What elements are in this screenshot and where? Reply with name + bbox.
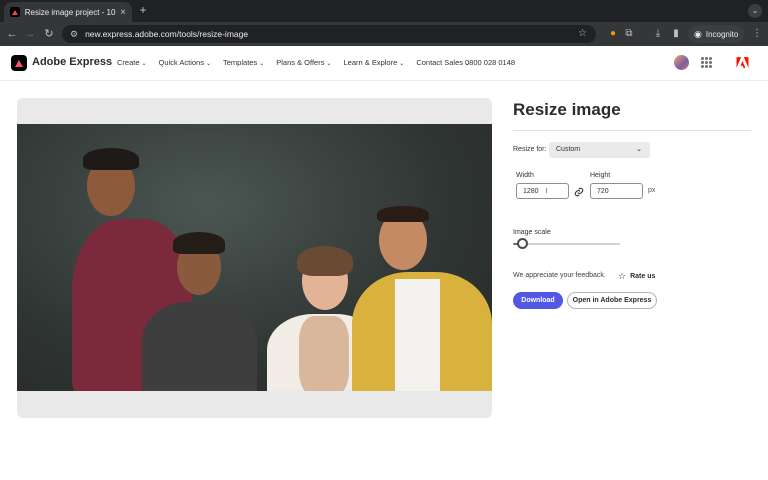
nav-item-contact-sales[interactable]: Contact Sales ⌄	[416, 58, 470, 67]
link-aspect-ratio-icon[interactable]	[574, 187, 584, 197]
nav-label: Contact Sales	[416, 58, 464, 67]
person-hair	[297, 246, 353, 276]
rate-us-label: Rate us	[630, 273, 656, 280]
tab-title: Resize image project - 10 Feb	[24, 7, 116, 17]
forward-arrow-icon[interactable]: →	[22, 26, 38, 42]
height-input[interactable]: 720	[590, 183, 643, 199]
site-settings-icon[interactable]: ⚙	[70, 29, 78, 40]
chevron-down-icon: ⌄	[326, 61, 332, 67]
new-tab-button[interactable]: +	[136, 2, 150, 18]
adobe-logo-icon[interactable]	[736, 56, 749, 69]
star-icon: ☆	[618, 271, 627, 281]
nav-item-plans-offers[interactable]: Plans & Offers ⌄	[276, 58, 331, 67]
download-icon[interactable]: ⤓	[651, 27, 665, 41]
width-label: Width	[516, 172, 534, 179]
avatar[interactable]	[674, 55, 689, 70]
chevron-down-icon: ⌄	[636, 146, 642, 153]
page-title: Resize image	[513, 100, 621, 119]
person-hair	[173, 232, 225, 254]
text-cursor-icon: I	[545, 187, 548, 195]
width-input[interactable]: 1280 I	[516, 183, 569, 199]
nav-label: Templates	[223, 58, 258, 67]
nav-item-create[interactable]: Create ⌄	[117, 58, 147, 67]
chevron-down-icon: ⌄	[205, 61, 212, 67]
reload-icon[interactable]: ↻	[41, 26, 57, 42]
browser-toolbar: ← → ↻ ⚙ new.express.adobe.com/tools/resi…	[0, 22, 768, 46]
nav-label: Create	[117, 58, 140, 67]
adobe-express-favicon-icon	[10, 7, 20, 17]
image-preview	[17, 124, 492, 391]
brand-name[interactable]: Adobe Express	[32, 56, 112, 68]
chevron-down-icon: ⌄	[141, 61, 147, 67]
nav-item-learn-explore[interactable]: Learn & Explore ⌄	[343, 58, 404, 67]
browser-tab-strip: Resize image project - 10 Feb × + ⌄	[0, 0, 768, 22]
download-button[interactable]: Download	[513, 292, 563, 309]
height-value: 720	[597, 187, 609, 195]
image-scale-slider-handle[interactable]	[517, 238, 529, 249]
resize-for-label: Resize for:	[513, 146, 547, 153]
person-figure	[142, 302, 257, 391]
tab-search-chevron-icon[interactable]: ⌄	[748, 4, 762, 18]
side-panel-icon[interactable]: ▮	[669, 27, 683, 41]
back-arrow-icon[interactable]: ←	[4, 26, 20, 42]
image-preview-frame	[17, 98, 492, 418]
address-bar[interactable]: ⚙ new.express.adobe.com/tools/resize-ima…	[62, 25, 596, 43]
nav-label: Quick Actions	[158, 58, 204, 67]
feedback-text: We appreciate your feedback.	[513, 272, 606, 279]
incognito-label: Incognito	[705, 29, 739, 39]
app-switcher-grid-icon[interactable]	[701, 57, 712, 68]
extension-notification-icon[interactable]: ●	[606, 27, 620, 41]
person-scarf	[299, 316, 349, 391]
rate-us-button[interactable]: ☆ Rate us	[618, 271, 655, 282]
app-header: Adobe Express Create ⌄ Quick Actions ⌄ Tem…	[0, 46, 768, 81]
main-nav: Create ⌄ Quick Actions ⌄ Templates ⌄ Plans …	[117, 58, 470, 67]
image-scale-label: Image scale	[513, 229, 551, 236]
resize-for-dropdown[interactable]: Custom ⌄	[549, 142, 650, 158]
person-hair	[377, 206, 429, 222]
contact-phone[interactable]: 0800 028 0148	[465, 58, 515, 67]
browser-tab-active[interactable]: Resize image project - 10 Feb ×	[4, 2, 132, 22]
nav-item-templates[interactable]: Templates ⌄	[223, 58, 264, 67]
browser-menu-icon[interactable]: ⋮	[750, 27, 764, 41]
tab-close-icon[interactable]: ×	[120, 7, 126, 18]
nav-label: Plans & Offers	[276, 58, 325, 67]
adobe-express-logo-icon[interactable]	[11, 55, 27, 71]
chevron-down-icon: ⌄	[399, 61, 405, 67]
nav-label: Learn & Explore	[343, 58, 398, 67]
height-label: Height	[590, 172, 611, 179]
width-value: 1280	[523, 187, 539, 195]
person-shirt	[395, 279, 440, 391]
open-in-adobe-express-button[interactable]: Open in Adobe Express	[567, 292, 657, 309]
resize-for-value: Custom	[556, 146, 581, 153]
incognito-icon: ◉	[694, 28, 702, 39]
bookmark-star-icon[interactable]: ☆	[578, 28, 587, 39]
unit-label: px	[648, 187, 656, 194]
url-text: new.express.adobe.com/tools/resize-image	[85, 29, 249, 39]
incognito-indicator[interactable]: ◉ Incognito	[688, 25, 745, 43]
chevron-down-icon: ⌄	[259, 61, 265, 67]
person-hair	[83, 148, 139, 170]
image-scale-slider-track[interactable]	[513, 243, 620, 245]
extensions-puzzle-icon[interactable]: ⧉	[622, 27, 636, 41]
divider	[513, 130, 751, 131]
nav-item-quick-actions[interactable]: Quick Actions ⌄	[159, 58, 211, 67]
